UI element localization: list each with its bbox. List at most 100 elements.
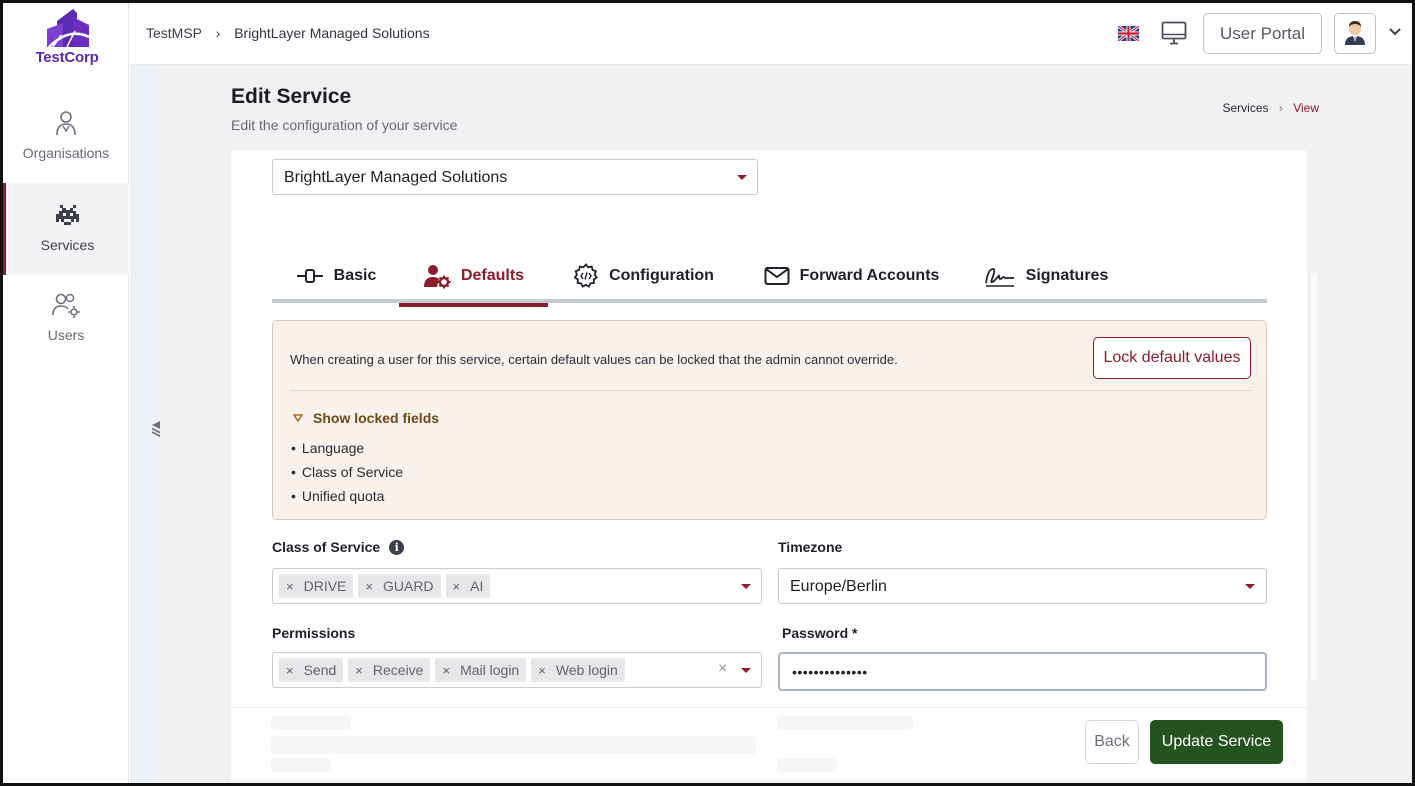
remove-chip-icon[interactable]: × — [365, 579, 373, 594]
chevron-right-icon: › — [215, 25, 221, 41]
sidebar-item-users[interactable]: Users — [3, 275, 129, 367]
faded-field-label — [777, 758, 837, 772]
remove-chip-icon[interactable]: × — [453, 579, 461, 594]
tab-defaults[interactable]: Defaults — [399, 248, 548, 307]
chip-drive: × DRIVE — [279, 574, 354, 598]
monitor-icon[interactable] — [1161, 21, 1187, 45]
user-gear-icon — [423, 264, 451, 288]
chevron-down-icon[interactable] — [1388, 27, 1402, 37]
organisation-select[interactable]: BrightLayer Managed Solutions — [272, 159, 758, 195]
breadcrumb: TestMSP › BrightLayer Managed Solutions — [146, 25, 430, 41]
back-button[interactable]: Back — [1085, 720, 1139, 764]
sidebar-item-label: Organisations — [22, 145, 110, 161]
tab-configuration[interactable]: Configuration — [565, 248, 722, 303]
user-portal-button[interactable]: User Portal — [1203, 13, 1322, 54]
timezone-value: Europe/Berlin — [790, 578, 887, 595]
service-form-card: BrightLayer Managed Solutions Basic Defa… — [231, 150, 1317, 780]
timezone-select[interactable]: Europe/Berlin — [778, 568, 1267, 604]
faded-field-label — [271, 758, 331, 772]
triangle-down-icon — [293, 414, 303, 422]
chip-label: GUARD — [382, 578, 434, 594]
gear-code-icon — [573, 262, 599, 288]
tab-label: Signatures — [1025, 266, 1109, 284]
breadcrumb-item-organisation[interactable]: BrightLayer Managed Solutions — [234, 25, 429, 41]
info-icon[interactable]: i — [389, 539, 405, 555]
scrollbar[interactable] — [1310, 275, 1317, 680]
password-value: •••••••••••••• — [792, 664, 868, 680]
user-avatar-icon — [1345, 21, 1365, 45]
tab-forward-accounts[interactable]: Forward Accounts — [755, 248, 948, 303]
password-input[interactable]: •••••••••••••• — [778, 652, 1267, 691]
tab-signatures[interactable]: Signatures — [976, 248, 1116, 303]
permissions-select[interactable]: × Send × Receive × Mail login × Web login × — [272, 652, 762, 688]
show-locked-fields-label: Show locked fields — [313, 410, 440, 426]
remove-chip-icon[interactable]: × — [286, 663, 294, 678]
chip-label: Receive — [372, 662, 424, 678]
top-bar: TestMSP › BrightLayer Managed Solutions … — [130, 3, 1412, 65]
field-label-text: Timezone — [778, 539, 843, 555]
envelope-icon — [764, 266, 790, 285]
tab-label: Defaults — [460, 266, 525, 284]
tab-basic[interactable]: Basic — [286, 248, 386, 303]
chip-label: Mail login — [460, 662, 520, 678]
clear-all-icon[interactable]: × — [718, 660, 727, 678]
password-label: Password * — [782, 625, 857, 641]
users-gear-icon — [52, 293, 80, 318]
main-content: Edit Service Edit the configuration of y… — [160, 65, 1412, 783]
faded-field — [271, 736, 756, 754]
list-item: Class of Service — [291, 463, 403, 487]
divider — [290, 390, 1251, 391]
app-window: TestCorp Organisations Services Users Te… — [0, 0, 1415, 786]
chip-mail-login: × Mail login — [435, 658, 527, 682]
faded-field-label — [777, 716, 913, 730]
toggle-icon — [296, 268, 323, 283]
chip-guard: × GUARD — [358, 574, 441, 598]
update-service-button[interactable]: Update Service — [1150, 720, 1283, 764]
locked-defaults-info-box: When creating a user for this service, c… — [272, 320, 1267, 520]
field-label-text: Password * — [782, 625, 858, 641]
breadcrumb-item-view: View — [1293, 101, 1319, 115]
chip-label: Web login — [555, 662, 618, 678]
avatar[interactable] — [1334, 13, 1376, 54]
sidebar-item-label: Users — [47, 327, 85, 343]
remove-chip-icon[interactable]: × — [355, 663, 363, 678]
class-of-service-select[interactable]: × DRIVE × GUARD × AI — [272, 568, 762, 604]
breadcrumb-item-msp[interactable]: TestMSP — [146, 25, 202, 41]
list-item: Unified quota — [291, 487, 403, 511]
tab-label: Configuration — [609, 266, 714, 284]
tab-bar: Basic Defaults Configuration Forward Acc… — [272, 248, 1267, 307]
sidebar-item-services[interactable]: Services — [3, 183, 129, 275]
organisation-icon — [56, 111, 76, 136]
permissions-label: Permissions — [272, 625, 355, 641]
lock-default-values-button[interactable]: Lock default values — [1093, 337, 1251, 379]
chip-receive: × Receive — [348, 658, 431, 682]
brand-name: TestCorp — [35, 49, 99, 66]
remove-chip-icon[interactable]: × — [442, 663, 450, 678]
caret-down-icon — [741, 668, 751, 673]
chip-ai: × AI — [445, 574, 491, 598]
show-locked-fields-toggle[interactable]: Show locked fields — [293, 410, 439, 426]
logo[interactable]: TestCorp — [25, 7, 109, 73]
caret-down-icon — [741, 584, 751, 589]
remove-chip-icon[interactable]: × — [538, 663, 546, 678]
remove-chip-icon[interactable]: × — [286, 579, 294, 594]
page-title: Edit Service — [231, 85, 352, 108]
field-label-text: Class of Service — [272, 539, 381, 555]
field-label-text: Permissions — [272, 625, 356, 641]
page-subtitle: Edit the configuration of your service — [231, 117, 458, 133]
chevron-right-icon: › — [1278, 101, 1283, 115]
faded-field-label — [271, 716, 351, 730]
chip-send: × Send — [279, 658, 344, 682]
list-item: Language — [291, 439, 403, 463]
testcorp-logo-icon — [47, 9, 90, 48]
chip-label: AI — [470, 578, 484, 594]
sidebar: TestCorp Organisations Services Users — [3, 3, 129, 783]
info-text: When creating a user for this service, c… — [290, 352, 898, 367]
sidebar-item-organisations[interactable]: Organisations — [3, 95, 129, 187]
class-of-service-label: Class of Service i — [272, 539, 405, 555]
form-footer: Back Update Service — [231, 707, 1307, 780]
breadcrumb-item-services[interactable]: Services — [1223, 101, 1269, 115]
locked-fields-list: Language Class of Service Unified quota — [291, 439, 403, 511]
uk-flag-icon[interactable] — [1118, 26, 1139, 41]
chip-web-login: × Web login — [531, 658, 625, 682]
